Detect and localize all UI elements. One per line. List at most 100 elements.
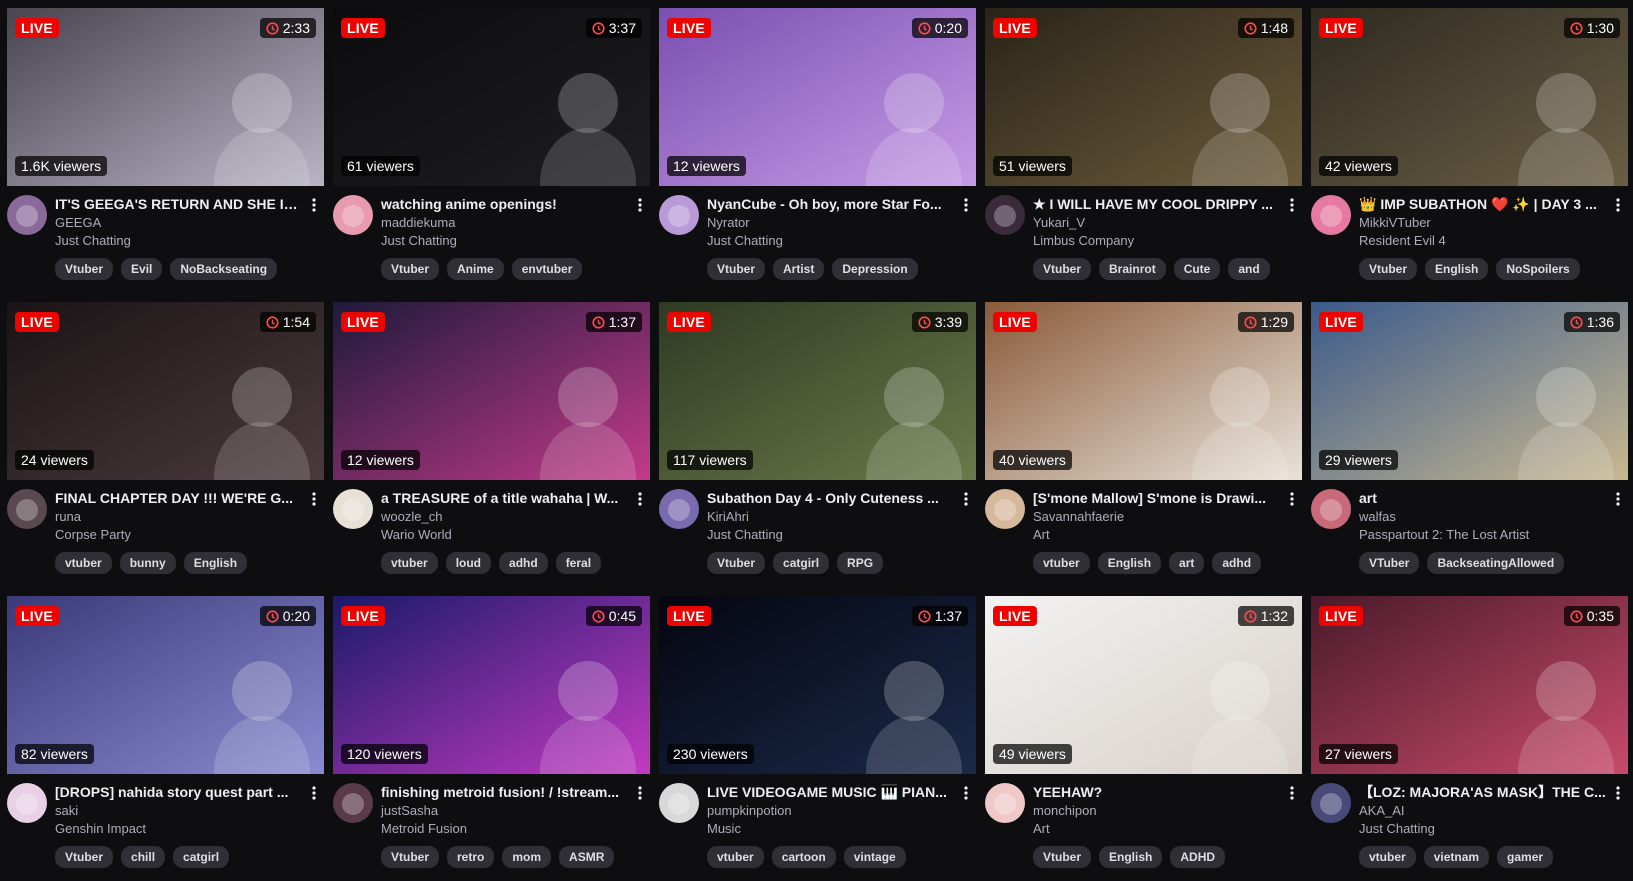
channel-name[interactable]: Savannahfaerie bbox=[1033, 508, 1282, 525]
stream-thumbnail[interactable]: LIVE 1:30 42 viewers bbox=[1311, 8, 1628, 186]
category-link[interactable]: Just Chatting bbox=[707, 232, 956, 249]
stream-thumbnail[interactable]: LIVE 1:54 24 viewers bbox=[7, 302, 324, 480]
tag-chip[interactable]: vtuber bbox=[1359, 846, 1416, 868]
channel-name[interactable]: Nyrator bbox=[707, 214, 956, 231]
stream-title[interactable]: NyanCube - Oh boy, more Star Fo... bbox=[707, 195, 956, 213]
more-options-icon[interactable] bbox=[306, 195, 322, 215]
more-options-icon[interactable] bbox=[1284, 783, 1300, 803]
tag-chip[interactable]: envtuber bbox=[511, 258, 583, 280]
stream-title[interactable]: FINAL CHAPTER DAY !!! WE'RE G... bbox=[55, 489, 304, 507]
channel-name[interactable]: KiriAhri bbox=[707, 508, 956, 525]
stream-thumbnail[interactable]: LIVE 0:20 12 viewers bbox=[659, 8, 976, 186]
channel-name[interactable]: AKA_AI bbox=[1359, 802, 1608, 819]
tag-chip[interactable]: loud bbox=[445, 552, 492, 574]
tag-chip[interactable]: NoBackseating bbox=[170, 258, 278, 280]
more-options-icon[interactable] bbox=[1610, 489, 1626, 509]
stream-title[interactable]: watching anime openings! bbox=[381, 195, 630, 213]
channel-name[interactable]: justSasha bbox=[381, 802, 630, 819]
tag-chip[interactable]: vietnam bbox=[1423, 846, 1490, 868]
tag-chip[interactable]: catgirl bbox=[773, 552, 830, 574]
tag-chip[interactable]: Brainrot bbox=[1099, 258, 1166, 280]
tag-chip[interactable]: Anime bbox=[447, 258, 504, 280]
channel-name[interactable]: monchipon bbox=[1033, 802, 1282, 819]
channel-name[interactable]: woozle_ch bbox=[381, 508, 630, 525]
tag-chip[interactable]: BackseatingAllowed bbox=[1427, 552, 1565, 574]
stream-thumbnail[interactable]: LIVE 2:33 1.6K viewers bbox=[7, 8, 324, 186]
channel-avatar[interactable] bbox=[7, 783, 47, 823]
tag-chip[interactable]: Artist bbox=[773, 258, 825, 280]
category-link[interactable]: Music bbox=[707, 820, 956, 837]
category-link[interactable]: Resident Evil 4 bbox=[1359, 232, 1608, 249]
channel-avatar[interactable] bbox=[985, 489, 1025, 529]
tag-chip[interactable]: adhd bbox=[1212, 552, 1262, 574]
more-options-icon[interactable] bbox=[632, 195, 648, 215]
tag-chip[interactable]: and bbox=[1228, 258, 1270, 280]
tag-chip[interactable]: vtuber bbox=[707, 846, 764, 868]
channel-name[interactable]: runa bbox=[55, 508, 304, 525]
tag-chip[interactable]: English bbox=[1097, 552, 1162, 574]
more-options-icon[interactable] bbox=[958, 195, 974, 215]
category-link[interactable]: Metroid Fusion bbox=[381, 820, 630, 837]
channel-name[interactable]: pumpkinpotion bbox=[707, 802, 956, 819]
tag-chip[interactable]: cartoon bbox=[771, 846, 836, 868]
category-link[interactable]: Art bbox=[1033, 526, 1282, 543]
tag-chip[interactable]: NoSpoilers bbox=[1496, 258, 1580, 280]
tag-chip[interactable]: adhd bbox=[499, 552, 548, 574]
stream-thumbnail[interactable]: LIVE 0:20 82 viewers bbox=[7, 596, 324, 774]
channel-name[interactable]: saki bbox=[55, 802, 304, 819]
stream-thumbnail[interactable]: LIVE 0:45 120 viewers bbox=[333, 596, 650, 774]
category-link[interactable]: Limbus Company bbox=[1033, 232, 1282, 249]
tag-chip[interactable]: Vtuber bbox=[707, 258, 766, 280]
tag-chip[interactable]: bunny bbox=[119, 552, 176, 574]
stream-thumbnail[interactable]: LIVE 1:37 12 viewers bbox=[333, 302, 650, 480]
channel-avatar[interactable] bbox=[659, 195, 699, 235]
more-options-icon[interactable] bbox=[1284, 489, 1300, 509]
tag-chip[interactable]: Cute bbox=[1173, 258, 1221, 280]
tag-chip[interactable]: Vtuber bbox=[1359, 258, 1418, 280]
tag-chip[interactable]: English bbox=[1099, 846, 1163, 868]
more-options-icon[interactable] bbox=[958, 783, 974, 803]
more-options-icon[interactable] bbox=[306, 783, 322, 803]
channel-avatar[interactable] bbox=[659, 783, 699, 823]
channel-avatar[interactable] bbox=[7, 489, 47, 529]
channel-avatar[interactable] bbox=[1311, 195, 1351, 235]
more-options-icon[interactable] bbox=[306, 489, 322, 509]
stream-thumbnail[interactable]: LIVE 1:48 51 viewers bbox=[985, 8, 1302, 186]
tag-chip[interactable]: ASMR bbox=[559, 846, 615, 868]
stream-thumbnail[interactable]: LIVE 1:36 29 viewers bbox=[1311, 302, 1628, 480]
stream-thumbnail[interactable]: LIVE 1:32 49 viewers bbox=[985, 596, 1302, 774]
stream-title[interactable]: art bbox=[1359, 489, 1608, 507]
category-link[interactable]: Just Chatting bbox=[381, 232, 630, 249]
stream-title[interactable]: [S'mone Mallow] S'mone is Drawi... bbox=[1033, 489, 1282, 507]
tag-chip[interactable]: Depression bbox=[832, 258, 918, 280]
channel-avatar[interactable] bbox=[333, 489, 373, 529]
tag-chip[interactable]: Evil bbox=[121, 258, 163, 280]
tag-chip[interactable]: English bbox=[183, 552, 248, 574]
tag-chip[interactable]: gamer bbox=[1497, 846, 1554, 868]
category-link[interactable]: Wario World bbox=[381, 526, 630, 543]
tag-chip[interactable]: vtuber bbox=[55, 552, 112, 574]
category-link[interactable]: Just Chatting bbox=[55, 232, 304, 249]
tag-chip[interactable]: catgirl bbox=[173, 846, 230, 868]
tag-chip[interactable]: vintage bbox=[843, 846, 906, 868]
channel-avatar[interactable] bbox=[985, 195, 1025, 235]
category-link[interactable]: Passpartout 2: The Lost Artist bbox=[1359, 526, 1608, 543]
category-link[interactable]: Corpse Party bbox=[55, 526, 304, 543]
more-options-icon[interactable] bbox=[632, 783, 648, 803]
category-link[interactable]: Just Chatting bbox=[1359, 820, 1608, 837]
tag-chip[interactable]: vtuber bbox=[1033, 552, 1090, 574]
tag-chip[interactable]: Vtuber bbox=[55, 846, 114, 868]
stream-thumbnail[interactable]: LIVE 3:37 61 viewers bbox=[333, 8, 650, 186]
channel-name[interactable]: GEEGA bbox=[55, 214, 304, 231]
channel-name[interactable]: maddiekuma bbox=[381, 214, 630, 231]
tag-chip[interactable]: Vtuber bbox=[707, 552, 766, 574]
stream-title[interactable]: ★ I WILL HAVE MY COOL DRIPPY ... bbox=[1033, 195, 1282, 213]
stream-title[interactable]: IT'S GEEGA'S RETURN AND SHE IS... bbox=[55, 195, 304, 213]
tag-chip[interactable]: Vtuber bbox=[1033, 846, 1092, 868]
tag-chip[interactable]: VTuber bbox=[1359, 552, 1420, 574]
channel-avatar[interactable] bbox=[7, 195, 47, 235]
tag-chip[interactable]: English bbox=[1425, 258, 1489, 280]
tag-chip[interactable]: ADHD bbox=[1170, 846, 1226, 868]
stream-title[interactable]: LIVE VIDEOGAME MUSIC 🎹 PIAN... bbox=[707, 783, 956, 801]
stream-title[interactable]: [DROPS] nahida story quest part ... bbox=[55, 783, 304, 801]
